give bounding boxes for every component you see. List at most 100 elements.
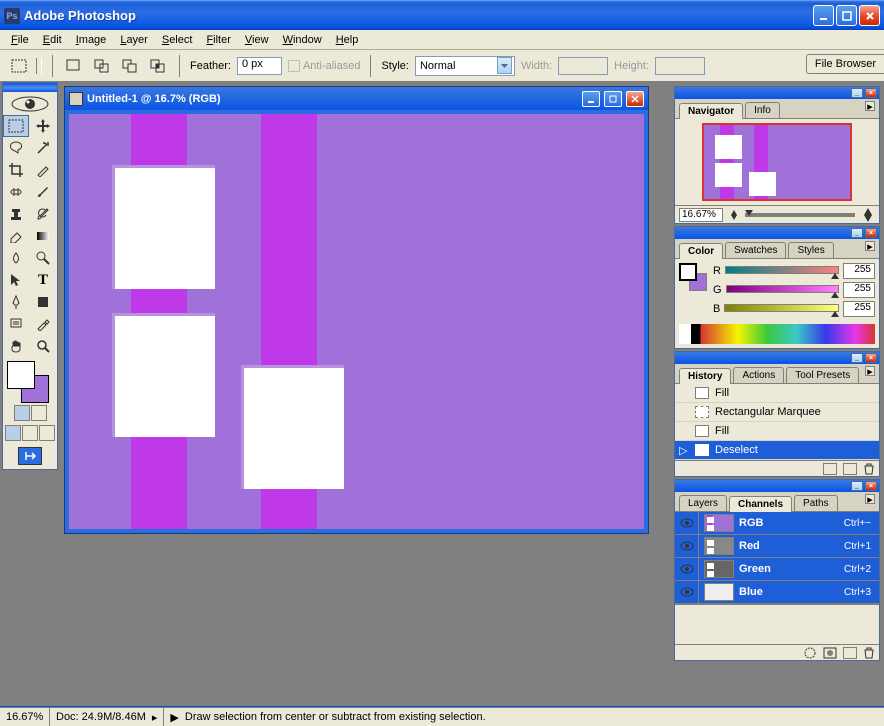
- slice-tool[interactable]: [30, 159, 56, 181]
- path-select-tool[interactable]: [3, 269, 29, 291]
- new-doc-icon[interactable]: [843, 463, 857, 475]
- g-slider[interactable]: [726, 285, 839, 295]
- history-item[interactable]: Rectangular Marquee: [675, 403, 879, 422]
- panel-menu-icon[interactable]: ▸: [865, 494, 875, 504]
- marquee-tool-icon[interactable]: [8, 55, 30, 77]
- fg-swatch[interactable]: [679, 263, 697, 281]
- ps-eye-icon[interactable]: [3, 92, 57, 115]
- panel-menu-icon[interactable]: ▸: [865, 241, 875, 251]
- chevron-right-icon[interactable]: ▸: [152, 711, 158, 724]
- tab-paths[interactable]: Paths: [794, 495, 838, 511]
- visibility-icon[interactable]: [675, 535, 699, 557]
- feather-input[interactable]: 0 px: [237, 57, 282, 75]
- trash-icon[interactable]: [863, 463, 875, 475]
- r-slider[interactable]: [725, 266, 839, 276]
- panel-minimize-button[interactable]: _: [851, 228, 863, 238]
- doc-close-button[interactable]: [626, 91, 644, 107]
- save-selection-icon[interactable]: [823, 647, 837, 659]
- hand-tool[interactable]: [3, 335, 29, 357]
- canvas[interactable]: [69, 114, 644, 529]
- screen-full-icon[interactable]: [39, 425, 55, 441]
- dodge-tool[interactable]: [30, 247, 56, 269]
- sel-new-icon[interactable]: [63, 55, 85, 77]
- lasso-tool[interactable]: [3, 137, 29, 159]
- menu-file[interactable]: File: [4, 32, 36, 48]
- jump-to-imageready-icon[interactable]: [18, 447, 42, 465]
- sel-subtract-icon[interactable]: [119, 55, 141, 77]
- minimize-button[interactable]: [813, 5, 834, 26]
- navigator-thumbnail[interactable]: [702, 123, 852, 201]
- menu-image[interactable]: Image: [69, 32, 114, 48]
- trash-icon[interactable]: [863, 647, 875, 659]
- panel-minimize-button[interactable]: _: [851, 353, 863, 363]
- panel-menu-icon[interactable]: ▸: [865, 366, 875, 376]
- menu-view[interactable]: View: [238, 32, 276, 48]
- sel-add-icon[interactable]: [91, 55, 113, 77]
- gradient-tool[interactable]: [30, 225, 56, 247]
- standard-mode-icon[interactable]: [14, 405, 30, 421]
- channel-row-blue[interactable]: Blue Ctrl+3: [675, 581, 879, 604]
- menu-window[interactable]: Window: [276, 32, 329, 48]
- status-doc-size[interactable]: Doc: 24.9M/8.46M ▸: [50, 708, 164, 726]
- color-swatch-pair[interactable]: [679, 263, 707, 291]
- channel-row-green[interactable]: Green Ctrl+2: [675, 558, 879, 581]
- history-item[interactable]: Fill: [675, 384, 879, 403]
- screen-full-menu-icon[interactable]: [22, 425, 38, 441]
- menu-edit[interactable]: Edit: [36, 32, 69, 48]
- shape-tool[interactable]: [30, 291, 56, 313]
- move-tool[interactable]: [30, 115, 56, 137]
- tab-actions[interactable]: Actions: [733, 367, 784, 383]
- tab-swatches[interactable]: Swatches: [725, 242, 786, 258]
- menu-layer[interactable]: Layer: [113, 32, 155, 48]
- eyedropper-tool[interactable]: [30, 313, 56, 335]
- navigator-zoom-input[interactable]: 16.67%: [679, 208, 723, 222]
- color-swatches[interactable]: [3, 357, 57, 403]
- eraser-tool[interactable]: [3, 225, 29, 247]
- tab-channels[interactable]: Channels: [729, 496, 792, 512]
- blur-tool[interactable]: [3, 247, 29, 269]
- menu-filter[interactable]: Filter: [199, 32, 237, 48]
- tab-info[interactable]: Info: [745, 102, 780, 118]
- tab-color[interactable]: Color: [679, 243, 723, 259]
- status-zoom[interactable]: 16.67%: [0, 708, 50, 726]
- panel-close-button[interactable]: ×: [865, 228, 877, 238]
- load-selection-icon[interactable]: [803, 647, 817, 659]
- zoom-slider[interactable]: [745, 213, 855, 217]
- history-brush-tool[interactable]: [30, 203, 56, 225]
- style-dropdown[interactable]: Normal: [415, 56, 515, 76]
- history-item[interactable]: ▷ Deselect: [675, 441, 879, 460]
- marquee-tool[interactable]: [3, 115, 29, 137]
- quickmask-mode-icon[interactable]: [31, 405, 47, 421]
- zoom-tool[interactable]: [30, 335, 56, 357]
- visibility-icon[interactable]: [675, 581, 699, 603]
- tab-tool-presets[interactable]: Tool Presets: [786, 367, 859, 383]
- color-spectrum[interactable]: [679, 324, 875, 344]
- r-value[interactable]: 255: [843, 263, 875, 279]
- foreground-swatch[interactable]: [7, 361, 35, 389]
- panel-minimize-button[interactable]: _: [851, 88, 863, 98]
- panel-close-button[interactable]: ×: [865, 481, 877, 491]
- panel-close-button[interactable]: ×: [865, 88, 877, 98]
- g-value[interactable]: 255: [843, 282, 875, 298]
- new-channel-icon[interactable]: [843, 647, 857, 659]
- notes-tool[interactable]: [3, 313, 29, 335]
- type-tool[interactable]: T: [30, 269, 56, 291]
- grip-icon[interactable]: [36, 58, 42, 74]
- doc-titlebar[interactable]: Untitled-1 @ 16.7% (RGB): [65, 87, 648, 110]
- channel-row-red[interactable]: Red Ctrl+1: [675, 535, 879, 558]
- menu-help[interactable]: Help: [329, 32, 366, 48]
- toolbox-grip[interactable]: [3, 83, 57, 92]
- channel-row-rgb[interactable]: RGB Ctrl+~: [675, 512, 879, 535]
- menu-select[interactable]: Select: [155, 32, 200, 48]
- visibility-icon[interactable]: [675, 558, 699, 580]
- doc-maximize-button[interactable]: [604, 91, 622, 107]
- maximize-button[interactable]: [836, 5, 857, 26]
- stamp-tool[interactable]: [3, 203, 29, 225]
- brush-tool[interactable]: [30, 181, 56, 203]
- doc-minimize-button[interactable]: [582, 91, 600, 107]
- heal-tool[interactable]: [3, 181, 29, 203]
- pen-tool[interactable]: [3, 291, 29, 313]
- crop-tool[interactable]: [3, 159, 29, 181]
- zoom-in-icon[interactable]: [861, 208, 875, 222]
- tab-history[interactable]: History: [679, 368, 731, 384]
